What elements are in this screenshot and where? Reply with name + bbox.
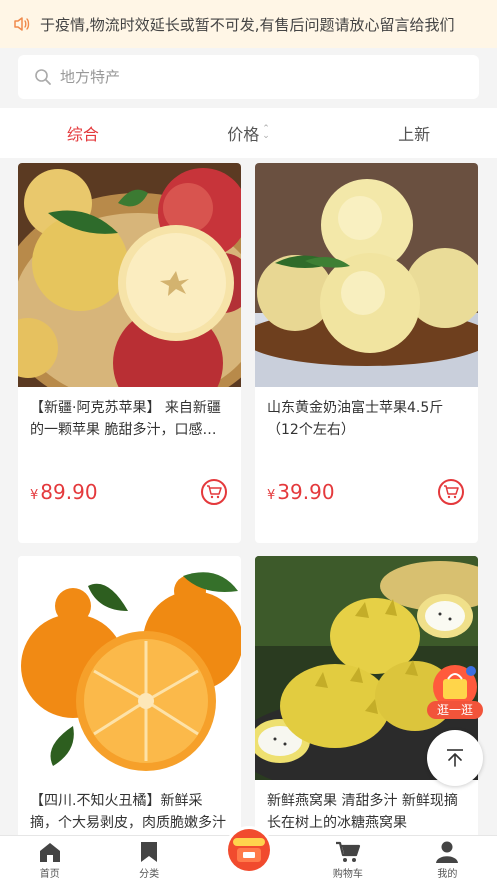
- sort-comprehensive[interactable]: 综合: [0, 108, 166, 158]
- cart-icon: [335, 841, 361, 862]
- product-card[interactable]: 【新疆·阿克苏苹果】 来自新疆的一颗苹果 脆甜多汁，口感细腻 ¥89.90: [18, 163, 241, 543]
- product-title: 新鲜燕窝果 清甜多汁 新鲜现摘 长在树上的冰糖燕窝果: [267, 793, 458, 831]
- tab-home[interactable]: 首页: [0, 836, 99, 883]
- bookmark-icon: [141, 842, 158, 862]
- product-title: 山东黄金奶油富士苹果4.5斤（12个左右）: [267, 400, 444, 438]
- notice-text: 于疫情,物流时效延长或暂不可发,有售后问题请放心留言给我们: [40, 15, 455, 34]
- tab-label: 首页: [39, 869, 60, 880]
- notice-bar[interactable]: 于疫情,物流时效延长或暂不可发,有售后问题请放心留言给我们: [0, 0, 497, 48]
- product-card[interactable]: 【四川.不知火丑橘】新鲜采摘，个大易剥皮，肉质脆嫩多汁: [18, 556, 241, 856]
- sort-label: 综合: [66, 125, 99, 144]
- product-image-apples[interactable]: [18, 163, 241, 387]
- sort-label: 价格: [227, 125, 260, 144]
- cart-icon: [207, 485, 222, 499]
- product-image-golden-apples[interactable]: [255, 163, 478, 387]
- search-icon: [35, 69, 51, 85]
- home-icon: [39, 843, 60, 862]
- add-to-cart-button[interactable]: [438, 479, 464, 505]
- user-icon: [436, 841, 459, 863]
- price-value: 39.90: [277, 480, 335, 504]
- tab-label: 购物车: [332, 869, 363, 880]
- product-price: ¥89.90: [30, 480, 98, 504]
- tab-cart[interactable]: 购物车: [298, 836, 397, 883]
- sort-arrows-icon: ⌃ ⌄: [262, 124, 270, 141]
- bottom-tab-bar: 首页 分类 购物车 我的: [0, 826, 497, 883]
- add-to-cart-button[interactable]: [201, 479, 227, 505]
- search-box[interactable]: [18, 55, 479, 99]
- product-title: 【四川.不知火丑橘】新鲜采摘，个大易剥皮，肉质脆嫩多汁: [30, 793, 226, 831]
- back-to-top-button[interactable]: [427, 730, 483, 786]
- product-price: ¥39.90: [267, 480, 335, 504]
- tab-profile[interactable]: 我的: [398, 836, 497, 883]
- tab-label: 分类: [139, 869, 160, 880]
- promo-icon: [227, 829, 270, 871]
- promo-bubble: [223, 826, 274, 876]
- search-input[interactable]: [60, 68, 440, 86]
- sort-new[interactable]: 上新: [331, 108, 497, 158]
- tab-promo[interactable]: [199, 826, 298, 883]
- sort-price[interactable]: 价格 ⌃ ⌄: [166, 108, 332, 158]
- tab-category[interactable]: 分类: [99, 836, 198, 883]
- price-currency: ¥: [30, 488, 39, 503]
- cart-icon: [444, 485, 459, 499]
- search-area: [0, 48, 497, 108]
- browse-float-button[interactable]: 逛一逛: [427, 663, 483, 719]
- speaker-icon: [14, 17, 30, 31]
- sort-label: 上新: [398, 125, 431, 144]
- sort-bar: 综合 价格 ⌃ ⌄ 上新: [0, 108, 497, 158]
- browse-float-label: 逛一逛: [427, 701, 483, 719]
- product-image-oranges[interactable]: [18, 556, 241, 780]
- tab-label: 我的: [437, 869, 458, 880]
- price-currency: ¥: [267, 488, 276, 503]
- price-value: 89.90: [40, 480, 98, 504]
- product-card[interactable]: 山东黄金奶油富士苹果4.5斤（12个左右） ¥39.90: [255, 163, 478, 543]
- arrow-up-icon: [447, 749, 463, 767]
- product-title: 【新疆·阿克苏苹果】 来自新疆的一颗苹果 脆甜多汁，口感细腻: [30, 400, 221, 438]
